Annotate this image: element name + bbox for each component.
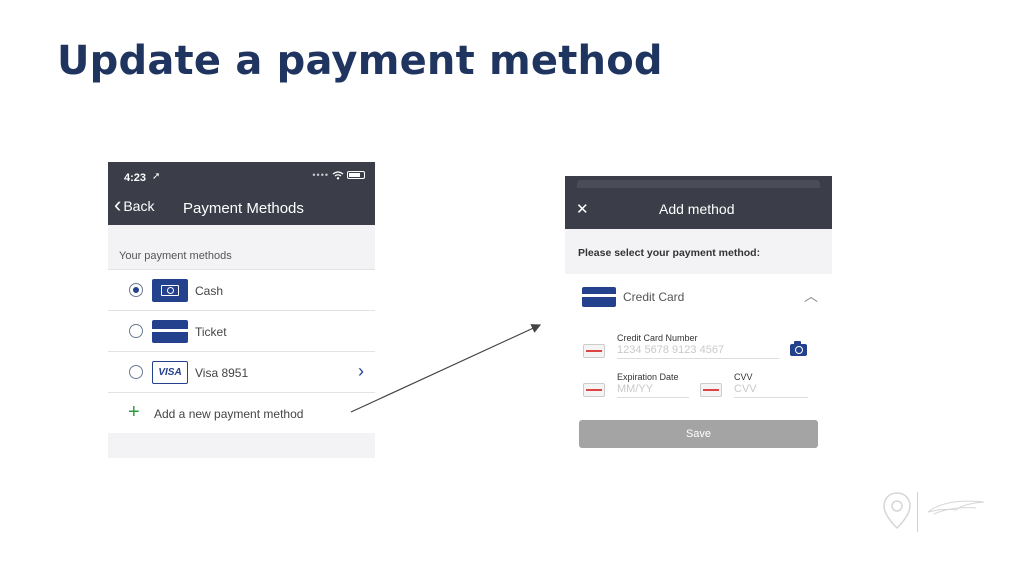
modal-header: ✕ Add method xyxy=(565,176,832,229)
card-number-label: Credit Card Number xyxy=(617,333,698,343)
credit-card-icon xyxy=(582,287,616,307)
slide-title: Update a payment method xyxy=(57,38,663,84)
add-payment-method-button[interactable]: + Add a new payment method xyxy=(108,392,375,433)
location-pin-logo-icon xyxy=(883,492,911,530)
screen-title: Payment Methods xyxy=(183,200,304,217)
wifi-icon xyxy=(332,170,344,179)
chevron-left-icon: ‹ xyxy=(114,192,122,217)
cash-icon xyxy=(152,279,188,302)
radio-unselected[interactable] xyxy=(129,365,143,379)
battery-icon xyxy=(347,171,365,179)
payment-method-label: Ticket xyxy=(195,325,227,339)
credit-card-label: Credit Card xyxy=(623,290,685,304)
camera-icon[interactable] xyxy=(790,341,807,356)
sheet-notch xyxy=(577,180,820,188)
prompt-bar: Please select your payment method: xyxy=(565,229,832,274)
card-number-input[interactable] xyxy=(617,344,779,359)
back-label: Back xyxy=(123,198,155,214)
chevron-up-icon[interactable]: ︿ xyxy=(804,286,818,306)
status-time: 4:23 xyxy=(124,172,147,184)
close-icon[interactable]: ✕ xyxy=(576,200,589,218)
card-number-icon xyxy=(583,344,605,358)
plus-icon: + xyxy=(128,401,140,423)
save-button[interactable]: Save xyxy=(579,420,818,448)
add-payment-method-label: Add a new payment method xyxy=(154,407,304,421)
add-method-screen: ✕ Add method Please select your payment … xyxy=(565,176,832,456)
prompt-text: Please select your payment method: xyxy=(578,247,761,259)
payment-method-list: Cash Ticket VISA Visa 8951 › + Add a new… xyxy=(108,269,375,433)
payment-method-label: Cash xyxy=(195,284,224,298)
nav-header: 4:23 ➚ •••• ‹ Back Payment Methods xyxy=(108,162,375,225)
credit-card-option[interactable]: Credit Card ︿ xyxy=(565,274,832,318)
back-button[interactable]: ‹ Back xyxy=(114,192,155,217)
expiration-input[interactable] xyxy=(617,383,689,398)
payment-method-row-visa[interactable]: VISA Visa 8951 › xyxy=(108,351,375,392)
payment-methods-screen: 4:23 ➚ •••• ‹ Back Payment Methods Your … xyxy=(108,162,375,458)
radio-unselected[interactable] xyxy=(129,324,143,338)
visa-card-icon: VISA xyxy=(152,361,188,384)
modal-title: Add method xyxy=(659,201,735,217)
chevron-right-icon[interactable]: › xyxy=(358,361,364,382)
radio-selected[interactable] xyxy=(129,283,143,297)
section-label: Your payment methods xyxy=(119,250,232,262)
signal-icon: •••• xyxy=(312,170,329,180)
expiration-label: Expiration Date xyxy=(617,372,679,382)
transit-logo xyxy=(880,490,990,535)
payment-method-row-cash[interactable]: Cash xyxy=(108,269,375,310)
status-indicators: •••• xyxy=(312,170,365,180)
cvv-input[interactable] xyxy=(734,383,808,398)
cvv-icon xyxy=(700,383,722,397)
wing-logo-icon xyxy=(927,500,985,515)
payment-method-row-ticket[interactable]: Ticket xyxy=(108,310,375,351)
location-icon: ➚ xyxy=(152,171,161,182)
ticket-icon xyxy=(152,320,188,343)
logo-divider xyxy=(917,492,918,532)
cvv-label: CVV xyxy=(734,372,753,382)
status-bar: 4:23 ➚ •••• xyxy=(108,162,375,192)
payment-method-label: Visa 8951 xyxy=(195,366,249,380)
expiration-icon xyxy=(583,383,605,397)
